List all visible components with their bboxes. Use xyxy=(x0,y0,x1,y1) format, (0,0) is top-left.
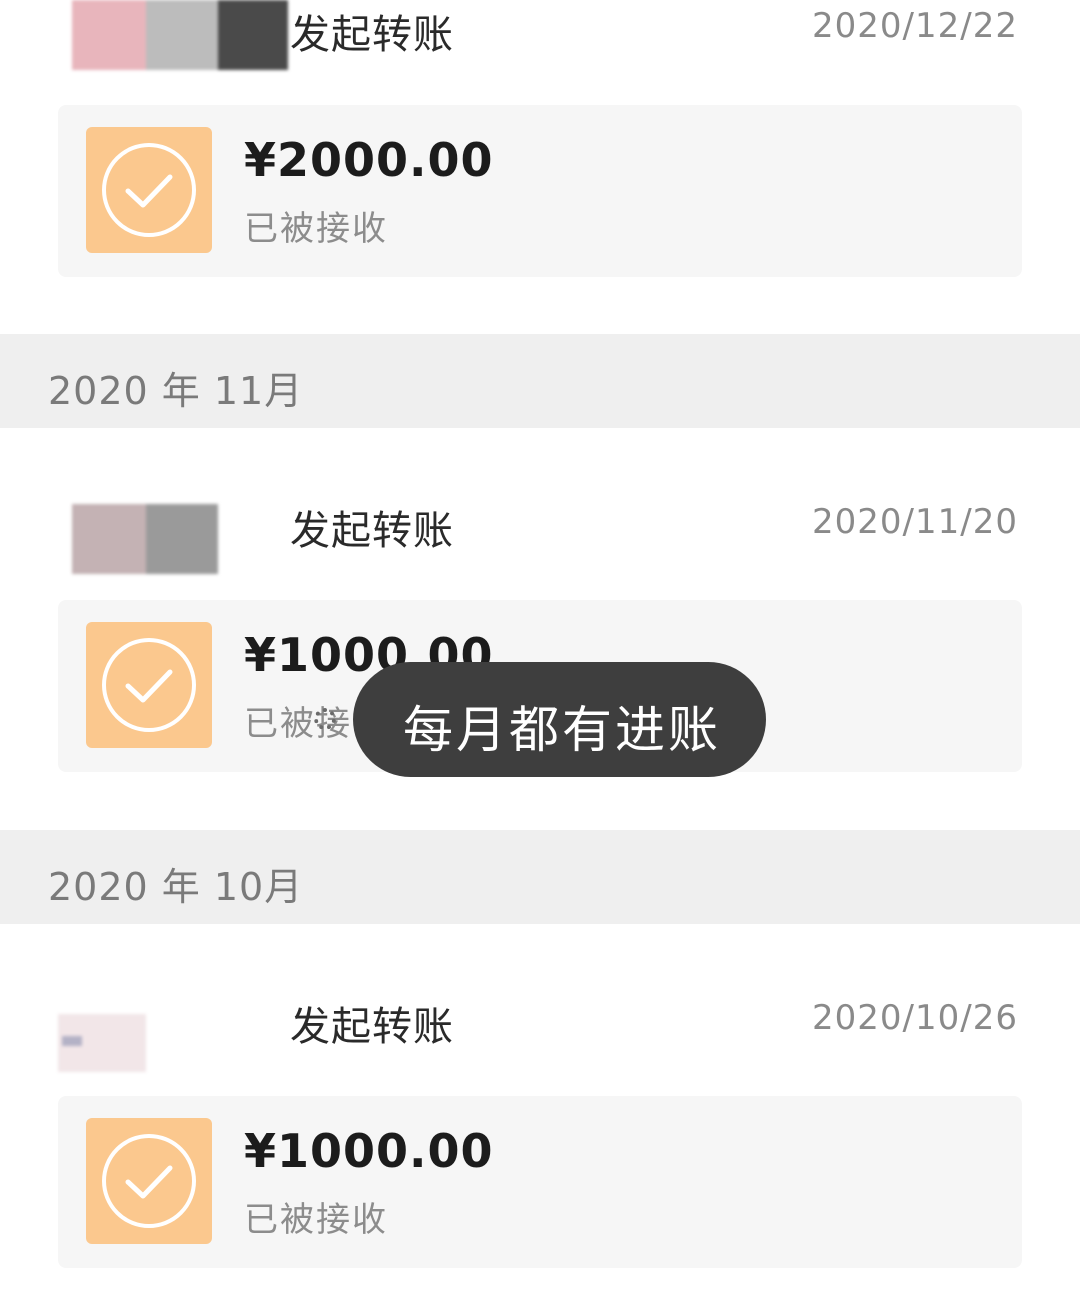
record-date: 2020/11/20 xyxy=(812,502,1018,542)
blurred-avatar xyxy=(72,0,292,70)
check-circle-icon xyxy=(86,127,212,253)
transfer-status: 已被接收 xyxy=(244,209,388,249)
transfer-status: 已被接收 xyxy=(244,1200,388,1240)
toast-message: 每月都有进账 xyxy=(353,662,766,777)
blurred-avatar xyxy=(72,504,222,574)
month-header: 2020 年 11月 xyxy=(0,334,1080,428)
transfer-history-page: 发起转账 2020/12/22 ¥2000.00 已被接收 2020 年 11月… xyxy=(0,0,1080,1310)
month-header-label: 2020 年 10月 xyxy=(48,865,304,909)
toast-text: 每月都有进账 xyxy=(403,701,721,759)
check-circle-icon xyxy=(86,1118,212,1244)
month-header-label: 2020 年 11月 xyxy=(48,369,304,413)
record-title: 发起转账 xyxy=(290,1004,454,1050)
record-date: 2020/10/26 xyxy=(812,998,1018,1038)
transfer-amount: ¥1000.00 xyxy=(244,1124,494,1178)
month-header: 2020 年 10月 xyxy=(0,830,1080,924)
record-title: 发起转账 xyxy=(290,508,454,554)
record-date: 2020/12/22 xyxy=(812,6,1018,46)
check-circle-icon xyxy=(86,622,212,748)
record-title: 发起转账 xyxy=(290,12,454,58)
spinner-icon xyxy=(314,708,336,730)
transfer-card[interactable]: ¥2000.00 已被接收 xyxy=(58,105,1022,277)
transfer-record-header[interactable]: 发起转账 2020/11/20 xyxy=(0,476,1080,574)
transfer-card[interactable]: ¥1000.00 已被接收 xyxy=(58,1096,1022,1268)
transfer-amount: ¥2000.00 xyxy=(244,133,494,187)
transfer-record-header[interactable]: 发起转账 2020/10/26 xyxy=(0,972,1080,1072)
transfer-record-header[interactable]: 发起转账 2020/12/22 xyxy=(0,0,1080,72)
blurred-avatar xyxy=(58,1014,148,1072)
